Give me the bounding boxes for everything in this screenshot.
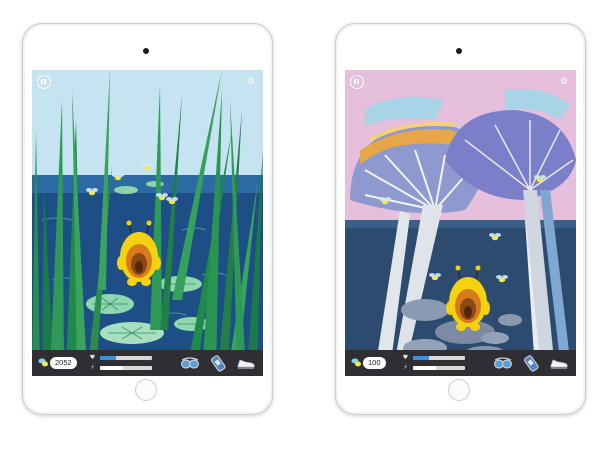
mushroom-scene: [345, 70, 576, 376]
hud-bar: 2052 ♥ ⚡: [32, 350, 263, 376]
energy-bar-fill: [100, 366, 124, 370]
currency-count: 2052: [50, 357, 77, 369]
health-bar: [100, 356, 152, 360]
energy-bar: [100, 366, 152, 370]
health-bar: [413, 356, 465, 360]
energy-bar-fill: [413, 366, 437, 370]
health-bar-fill: [100, 356, 116, 360]
tablet-right: ⚙ 100 ♥ ⚡: [335, 23, 586, 415]
health-bar-fill: [413, 356, 429, 360]
currency-display: 2052: [38, 357, 77, 369]
pause-button[interactable]: [350, 75, 364, 89]
shoe-icon[interactable]: [549, 354, 569, 372]
goggles-icon[interactable]: [180, 354, 200, 372]
energy-icon: ⚡: [403, 364, 408, 371]
shoe-icon[interactable]: [236, 354, 256, 372]
health-icon: ♥: [89, 354, 96, 361]
pond-scene: [32, 70, 263, 376]
home-button[interactable]: [135, 379, 157, 401]
status-meters: ♥ ⚡: [401, 354, 471, 372]
settings-gear-icon[interactable]: ⚙: [560, 78, 568, 87]
energy-bar: [413, 366, 465, 370]
currency-count: 100: [363, 357, 386, 369]
camera-icon: [143, 48, 149, 54]
status-meters: ♥ ⚡: [88, 354, 158, 372]
game-screen-pond[interactable]: ⚙ 2052 ♥ ⚡: [32, 70, 263, 376]
goggles-icon[interactable]: [493, 354, 513, 372]
spray-can-icon[interactable]: [521, 354, 541, 372]
energy-icon: ⚡: [90, 364, 95, 371]
firefly-coin-icon: [351, 358, 361, 367]
health-icon: ♥: [402, 354, 409, 361]
firefly-coin-icon: [38, 358, 48, 367]
camera-icon: [456, 48, 462, 54]
currency-display: 100: [351, 357, 389, 369]
hud-bar: 100 ♥ ⚡: [345, 350, 576, 376]
settings-gear-icon[interactable]: ⚙: [247, 78, 255, 87]
pause-button[interactable]: [37, 75, 51, 89]
spray-can-icon[interactable]: [208, 354, 228, 372]
tablet-left: ⚙ 2052 ♥ ⚡: [22, 23, 273, 415]
game-screen-mushrooms[interactable]: ⚙ 100 ♥ ⚡: [345, 70, 576, 376]
home-button[interactable]: [448, 379, 470, 401]
